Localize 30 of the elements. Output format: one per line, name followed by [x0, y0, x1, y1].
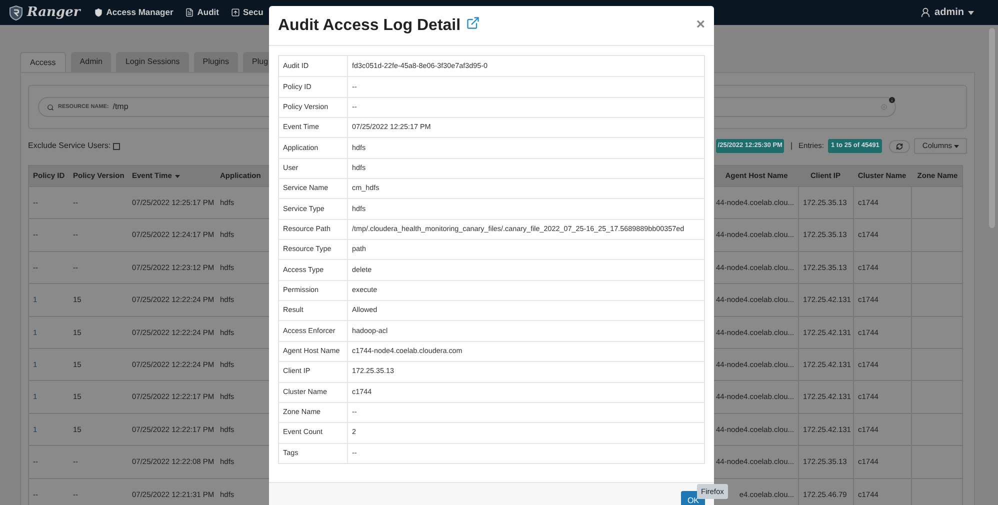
- clear-icon: [881, 104, 887, 110]
- exclude-service-users-label: Exclude Service Users:: [28, 140, 111, 152]
- refresh-button[interactable]: [889, 140, 910, 152]
- search-icon: [47, 104, 54, 110]
- tab[interactable]: Plugins: [194, 52, 238, 72]
- sort-icon: [174, 174, 180, 178]
- external-link-icon[interactable]: [466, 16, 480, 30]
- user-menu[interactable]: admin: [934, 5, 964, 20]
- separator: |: [790, 140, 793, 152]
- close-button[interactable]: ×: [696, 14, 705, 37]
- facet-value: /tmp: [112, 101, 128, 113]
- tab[interactable]: Admin: [70, 52, 112, 72]
- caret-icon: [968, 10, 974, 14]
- checkbox[interactable]: [112, 142, 120, 150]
- info-icon: [888, 96, 896, 104]
- scrollbar[interactable]: [989, 28, 995, 228]
- caret-icon: [954, 144, 959, 148]
- square-icon: [231, 8, 240, 17]
- nav-link[interactable]: Secu: [231, 6, 264, 19]
- document-icon: [185, 8, 194, 17]
- refresh-icon: [896, 142, 904, 150]
- nav-link[interactable]: Access Manager: [94, 6, 174, 19]
- tab[interactable]: Access: [20, 52, 66, 72]
- brand-name: Ranger: [27, 4, 80, 22]
- user-icon: [920, 7, 931, 18]
- shield-icon: [94, 8, 104, 17]
- tab[interactable]: Login Sessions: [116, 52, 189, 72]
- modal-title: Audit Access Log Detail: [278, 16, 461, 36]
- logo-icon: [8, 4, 24, 20]
- nav-link[interactable]: Audit: [185, 6, 219, 19]
